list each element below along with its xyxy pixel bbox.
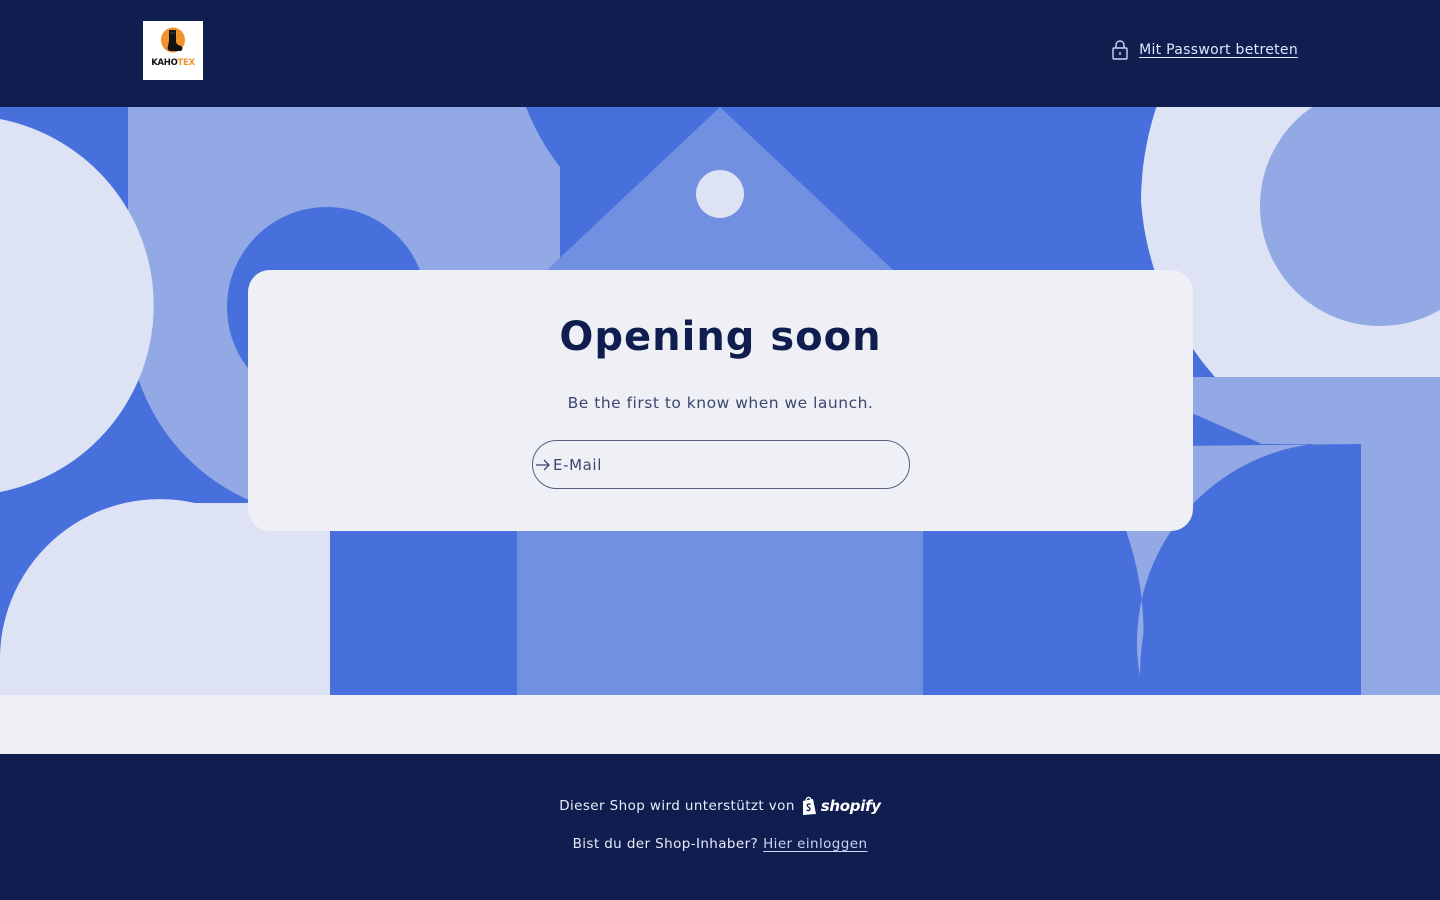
enter-with-password-label: Mit Passwort betreten [1139,42,1298,58]
site-header: KAHOTEX Mit Passwort betreten [0,0,1440,107]
admin-login-link[interactable]: Hier einloggen [763,836,867,852]
email-input[interactable] [553,441,863,488]
arrow-right-icon[interactable] [533,455,553,475]
store-logo[interactable]: KAHOTEX [143,21,203,80]
newsletter-card: Opening soon Be the first to know when w… [248,270,1193,531]
page-title: Opening soon [559,314,882,360]
powered-by-row: Dieser Shop wird unterstützt von shopify [0,796,1440,816]
site-footer: Dieser Shop wird unterstützt von shopify… [0,754,1440,900]
spacer-strip [0,695,1440,754]
owner-login-row: Bist du der Shop-Inhaber? Hier einloggen [0,836,1440,852]
decorative-banner: Opening soon Be the first to know when w… [0,107,1440,695]
shopify-link[interactable]: shopify [801,796,881,816]
email-signup-form [532,440,910,489]
owner-question-text: Bist du der Shop-Inhaber? [572,836,759,852]
shopify-wordmark: shopify [820,797,881,815]
enter-with-password-link[interactable]: Mit Passwort betreten [1110,39,1298,61]
logo-wordmark: KAHOTEX [151,58,195,68]
sock-logo-icon [161,27,185,53]
shopify-bag-icon [802,796,816,815]
lock-icon [1112,40,1128,60]
powered-by-text: Dieser Shop wird unterstützt von [559,798,795,814]
page-subtitle: Be the first to know when we launch. [567,394,874,412]
